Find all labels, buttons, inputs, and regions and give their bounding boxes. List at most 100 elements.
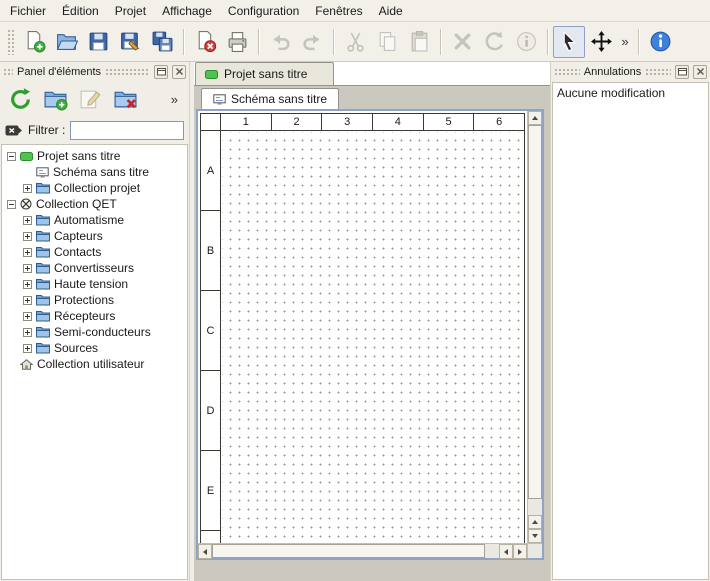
- scroll-left-button[interactable]: [198, 544, 212, 559]
- scroll-track[interactable]: [528, 125, 542, 515]
- diagram-canvas[interactable]: [222, 132, 524, 543]
- tree-item-contacts[interactable]: Contacts: [2, 244, 187, 260]
- project-tab-bar: Projet sans titre: [194, 62, 550, 86]
- scroll-track[interactable]: [212, 544, 499, 558]
- menu-aide[interactable]: Aide: [371, 1, 411, 21]
- tab-label: Schéma sans titre: [231, 92, 327, 106]
- scroll-thumb[interactable]: [212, 544, 485, 558]
- expand-icon[interactable]: [23, 328, 32, 337]
- collapse-icon[interactable]: [7, 152, 16, 161]
- scroll-left-button-2[interactable]: [499, 544, 513, 559]
- column-header: 5: [423, 114, 474, 130]
- dock-grip[interactable]: [645, 68, 671, 75]
- refresh-icon: [8, 87, 33, 112]
- save-all-button[interactable]: [146, 26, 178, 58]
- main-toolbar: »: [0, 22, 710, 62]
- toolbar-handle[interactable]: [7, 29, 14, 55]
- scroll-down-button[interactable]: [528, 529, 542, 543]
- expand-icon[interactable]: [23, 232, 32, 241]
- delete-button[interactable]: [446, 26, 478, 58]
- filter-input[interactable]: [70, 121, 184, 140]
- menu-projet[interactable]: Projet: [107, 1, 154, 21]
- float-icon: [156, 66, 167, 77]
- redo-button[interactable]: [296, 26, 328, 58]
- tree-item-projet-sans-titre[interactable]: Projet sans titre: [2, 148, 187, 164]
- tree-item-sources[interactable]: Sources: [2, 340, 187, 356]
- undo-list[interactable]: Aucune modification: [552, 82, 709, 580]
- tree-item-haute-tension[interactable]: Haute tension: [2, 276, 187, 292]
- menu-affichage[interactable]: Affichage: [154, 1, 220, 21]
- expand-icon[interactable]: [23, 216, 32, 225]
- tree-item-schema-sans-titre[interactable]: Schéma sans titre: [2, 164, 187, 180]
- tab-projet-sans-titre[interactable]: Projet sans titre: [195, 62, 334, 85]
- collapse-icon[interactable]: [7, 200, 16, 209]
- main-area: Panel d'éléments: [0, 62, 710, 581]
- diagram-view[interactable]: 1 2 3 4 5 6 A B C D: [198, 111, 527, 543]
- tab-schema-sans-titre[interactable]: Schéma sans titre: [201, 88, 339, 109]
- expand-icon[interactable]: [23, 264, 32, 273]
- scroll-thumb[interactable]: [528, 125, 542, 499]
- menu-fenetres[interactable]: Fenêtres: [307, 1, 370, 21]
- dock-grip[interactable]: [3, 68, 13, 75]
- column-header: 2: [271, 114, 322, 130]
- tree-item-semi-conducteurs[interactable]: Semi-conducteurs: [2, 324, 187, 340]
- scroll-right-button[interactable]: [513, 544, 527, 559]
- copy-button[interactable]: [371, 26, 403, 58]
- expand-icon[interactable]: [23, 280, 32, 289]
- scroll-up-button[interactable]: [528, 111, 542, 125]
- scroll-up-button-2[interactable]: [528, 515, 542, 529]
- tree-item-collection-qet[interactable]: Collection QET: [2, 196, 187, 212]
- toolbar-extension-button[interactable]: »: [617, 26, 633, 58]
- new-element-button[interactable]: [40, 84, 70, 114]
- filter-row: Filtrer :: [0, 117, 189, 143]
- new-project-button[interactable]: [18, 26, 50, 58]
- expand-icon[interactable]: [23, 296, 32, 305]
- about-button[interactable]: [644, 26, 676, 58]
- close-panel-button[interactable]: [172, 65, 186, 79]
- clear-filter-button[interactable]: [5, 124, 23, 137]
- cut-button[interactable]: [339, 26, 371, 58]
- close-file-button[interactable]: [189, 26, 221, 58]
- scrollbar-corner: [527, 543, 542, 558]
- panel-toolbar-extension-button[interactable]: »: [165, 91, 184, 108]
- expand-icon[interactable]: [23, 248, 32, 257]
- undo-panel-header: Annulations: [551, 62, 710, 81]
- tree-item-recepteurs[interactable]: Récepteurs: [2, 308, 187, 324]
- float-panel-button[interactable]: [675, 65, 689, 79]
- float-panel-button[interactable]: [154, 65, 168, 79]
- save-button[interactable]: [82, 26, 114, 58]
- print-button[interactable]: [221, 26, 253, 58]
- tree-item-automatisme[interactable]: Automatisme: [2, 212, 187, 228]
- expand-icon[interactable]: [23, 312, 32, 321]
- rotate-button[interactable]: [478, 26, 510, 58]
- close-panel-button[interactable]: [693, 65, 707, 79]
- reload-collections-button[interactable]: [5, 84, 35, 114]
- tree-item-collection-projet[interactable]: Collection projet: [2, 180, 187, 196]
- schema-icon: [36, 167, 49, 178]
- column-header: 4: [372, 114, 423, 130]
- select-mode-button[interactable]: [553, 26, 585, 58]
- horizontal-scrollbar[interactable]: [198, 543, 527, 558]
- info-blue-icon: [649, 30, 672, 53]
- pan-mode-button[interactable]: [585, 26, 617, 58]
- expand-icon[interactable]: [23, 184, 32, 193]
- close-icon: [695, 66, 706, 77]
- menu-configuration[interactable]: Configuration: [220, 1, 307, 21]
- dock-grip[interactable]: [554, 68, 580, 75]
- vertical-scrollbar[interactable]: [527, 111, 542, 543]
- edit-element-button[interactable]: [75, 84, 105, 114]
- dock-grip[interactable]: [105, 68, 150, 75]
- conductor-properties-button[interactable]: [510, 26, 542, 58]
- tree-item-collection-utilisateur[interactable]: Collection utilisateur: [2, 356, 187, 372]
- delete-element-button[interactable]: [110, 84, 140, 114]
- paste-button[interactable]: [403, 26, 435, 58]
- save-as-button[interactable]: [114, 26, 146, 58]
- expand-icon[interactable]: [23, 344, 32, 353]
- open-project-button[interactable]: [50, 26, 82, 58]
- tree-item-convertisseurs[interactable]: Convertisseurs: [2, 260, 187, 276]
- menu-fichier[interactable]: Fichier: [2, 1, 54, 21]
- tree-item-protections[interactable]: Protections: [2, 292, 187, 308]
- menu-edition[interactable]: Édition: [54, 1, 107, 21]
- tree-item-capteurs[interactable]: Capteurs: [2, 228, 187, 244]
- undo-button[interactable]: [264, 26, 296, 58]
